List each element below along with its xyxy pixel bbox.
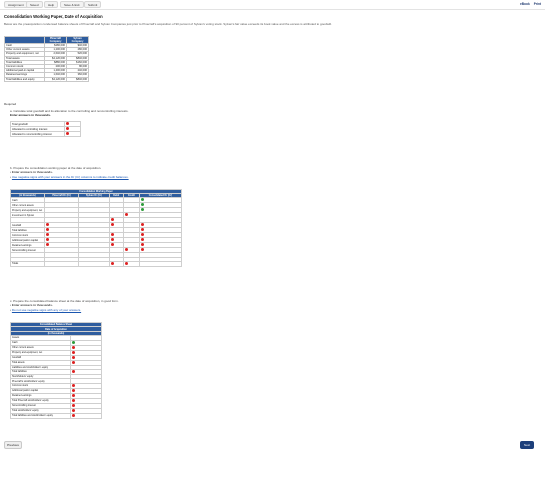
correct-icon (140, 208, 144, 212)
col-header: Sylvan Company (66, 36, 89, 44)
incorrect-icon (72, 403, 75, 407)
incorrect-icon (124, 261, 128, 265)
row-label: Property and equipment, net (4, 51, 45, 57)
saved-indicator: Saved (26, 1, 43, 8)
incorrect-icon (46, 238, 49, 242)
part-b: b. Prepare the consolidation working pap… (10, 166, 530, 179)
incorrect-icon (72, 383, 75, 387)
help-button[interactable]: Help (44, 1, 59, 8)
table-row: Total liabilities and stockholders' equi… (10, 412, 102, 419)
ebook-link[interactable]: eBook (520, 1, 530, 8)
part-a: a. Calculate total goodwill and its allo… (10, 109, 530, 117)
incorrect-icon (110, 261, 114, 265)
save-exit-button[interactable]: Save & Exit (60, 1, 84, 8)
part-b-instruction-2: • Use negative signs with your answers i… (10, 174, 129, 179)
part-c: c. Prepare the consolidated balance shee… (10, 299, 530, 312)
problem-text: Below are the preacquisition condensed b… (4, 22, 332, 26)
row-label: Allocated to noncontrolling interest (10, 131, 65, 137)
incorrect-icon (46, 233, 49, 237)
answer-input[interactable] (108, 260, 124, 267)
previous-button[interactable]: Previous (4, 441, 22, 449)
incorrect-icon (140, 233, 144, 237)
incorrect-icon (72, 350, 75, 354)
incorrect-icon (72, 398, 75, 402)
incorrect-icon (110, 243, 114, 247)
incorrect-icon (140, 248, 144, 252)
incorrect-icon (140, 238, 144, 242)
row-label: Total liabilities and stockholders' equi… (10, 412, 71, 419)
answer-input[interactable] (78, 260, 110, 267)
incorrect-icon (66, 122, 69, 125)
answer-input[interactable] (70, 412, 102, 419)
incorrect-icon (72, 369, 75, 373)
incorrect-icon (124, 213, 128, 217)
incorrect-icon (66, 132, 69, 135)
answer-input[interactable] (64, 131, 81, 137)
incorrect-icon (72, 355, 75, 359)
submit-button[interactable]: Submit (84, 1, 102, 8)
incorrect-icon (140, 228, 144, 232)
incorrect-icon (66, 127, 69, 130)
incorrect-icon (46, 243, 49, 247)
next-button[interactable]: Next (520, 441, 534, 449)
consolidation-worksheet: Consolidation Working Paper (in thousand… (10, 188, 183, 267)
incorrect-icon (72, 360, 75, 364)
answer-input[interactable] (122, 260, 140, 267)
row-label: Totals (10, 260, 45, 267)
cell: $4,120,000 (44, 76, 67, 82)
col-header: Pinecraft Company (44, 36, 67, 44)
table-row: Totals (10, 260, 183, 267)
incorrect-icon (72, 408, 75, 412)
correct-icon (72, 340, 75, 344)
question-content: Consolidation Working Paper, Date of Acq… (4, 14, 541, 419)
assignment-button[interactable]: Assignment (4, 1, 28, 8)
incorrect-icon (72, 345, 75, 349)
incorrect-icon (72, 393, 75, 397)
problem-title: Consolidation Working Paper, Date of Acq… (4, 14, 103, 19)
incorrect-icon (140, 243, 144, 247)
incorrect-icon (46, 228, 49, 232)
incorrect-icon (124, 248, 128, 252)
incorrect-icon (110, 218, 114, 222)
correct-icon (140, 203, 144, 207)
answer-input[interactable] (43, 260, 80, 267)
preacquisition-balance-table: Pinecraft Company Sylvan Company Cash $28… (4, 36, 89, 82)
top-toolbar: Assignment Saved Help Save & Exit Submit… (0, 0, 545, 10)
part-a-instruction: Enter answers in thousands. (10, 113, 51, 117)
incorrect-icon (72, 388, 75, 392)
required-label: Required (4, 102, 17, 106)
answer-input[interactable] (138, 260, 183, 267)
col-header (4, 36, 45, 44)
incorrect-icon (110, 223, 114, 227)
table-row: Total liabilities and equity $4,120,000 $8… (4, 76, 89, 82)
table-row: Allocated to noncontrolling interest (10, 131, 81, 137)
goodwill-table: Total goodwill Allocated to controlling … (10, 121, 81, 137)
part-c-instruction-2: • Do not use negative signs with any of … (10, 307, 82, 312)
print-link[interactable]: Print (534, 1, 541, 8)
incorrect-icon (110, 233, 114, 237)
row-label: Total liabilities and equity (4, 76, 45, 82)
incorrect-icon (72, 413, 75, 417)
incorrect-icon (46, 223, 49, 227)
correct-icon (140, 198, 144, 202)
consolidated-balance-sheet: Consolidated Balance Sheet Date of Acqui… (10, 321, 102, 419)
cell: $840,000 (66, 76, 89, 82)
incorrect-icon (140, 223, 144, 227)
incorrect-icon (110, 238, 114, 242)
toolbar-right: eBook Print (520, 1, 541, 8)
